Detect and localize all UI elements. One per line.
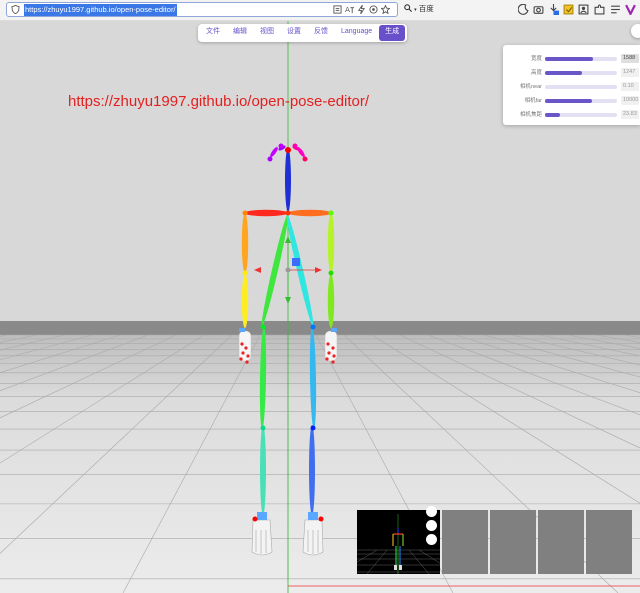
joint-left-knee[interactable]	[310, 425, 316, 431]
limb-left-shin[interactable]	[309, 425, 315, 515]
limb-right-upper-arm[interactable]	[241, 213, 249, 273]
joint-right-eye[interactable]	[278, 143, 284, 149]
joint-left-ankle[interactable]	[318, 516, 324, 522]
camera-focal-input[interactable]: 23.83	[621, 110, 639, 119]
left-hand-model[interactable]	[324, 328, 338, 364]
joint-right-elbow[interactable]	[242, 270, 248, 276]
main-menu: 文件 编辑 视图 设置 反馈 Language 生成	[198, 24, 408, 42]
joint-left-shoulder[interactable]	[328, 210, 334, 216]
profile-icon[interactable]	[578, 4, 589, 15]
joint-right-ear[interactable]	[267, 156, 273, 162]
list-icon[interactable]	[610, 4, 621, 15]
width-slider[interactable]	[545, 57, 617, 61]
horizon-band	[0, 321, 640, 335]
panel-toggle-button[interactable]	[631, 24, 640, 38]
preview-normal-image[interactable]	[490, 510, 536, 574]
search-icon	[404, 4, 412, 12]
star-icon[interactable]	[381, 5, 390, 14]
limb-left-shoulder[interactable]	[288, 209, 332, 217]
translate-icon[interactable]: A	[345, 5, 354, 14]
setting-label: 相机焦距	[519, 112, 542, 118]
joint-left-ear[interactable]	[302, 156, 308, 162]
browser-toolbar: https://zhuyu1997.github.io/open-pose-ed…	[0, 0, 640, 21]
lightning-icon[interactable]	[357, 5, 366, 14]
reader-icon[interactable]	[333, 5, 342, 14]
limb-left-forearm[interactable]	[327, 274, 335, 328]
screenshot-icon[interactable]	[533, 4, 544, 15]
joint-neck[interactable]	[285, 210, 291, 216]
limb-right-shin[interactable]	[260, 425, 266, 515]
joint-right-ankle[interactable]	[252, 516, 258, 522]
limb-right-forearm[interactable]	[241, 274, 249, 328]
shield-icon	[11, 5, 20, 14]
preview-depth-image[interactable]	[442, 510, 488, 574]
joint-right-shoulder[interactable]	[242, 210, 248, 216]
preview-canny-image[interactable]	[538, 510, 584, 574]
camera-focal-slider[interactable]	[545, 113, 617, 117]
setting-row-camera-far: 相机far 10000.00	[503, 96, 640, 106]
notes-icon[interactable]	[563, 4, 574, 15]
puzzle-icon[interactable]	[594, 4, 605, 15]
width-input[interactable]: 1588	[621, 54, 639, 63]
menu-view[interactable]: 视图	[254, 25, 280, 41]
joint-left-hip[interactable]	[310, 324, 316, 330]
limb-neck[interactable]	[285, 148, 291, 212]
camera-near-input[interactable]: 0.10	[621, 82, 639, 91]
svg-text:A: A	[345, 5, 350, 14]
preview-play-icon[interactable]	[426, 506, 437, 517]
menu-file[interactable]: 文件	[200, 25, 226, 41]
setting-label: 高度	[530, 70, 542, 76]
preview-copy-icon[interactable]	[426, 520, 437, 531]
setting-row-width: 宽度 1588	[503, 54, 640, 64]
extensions-icon[interactable]	[369, 5, 378, 14]
setting-row-camera-focal: 相机焦距 23.83	[503, 110, 640, 120]
gizmo-center[interactable]	[285, 267, 291, 273]
joint-left-elbow[interactable]	[328, 270, 334, 276]
preview-extra-image[interactable]	[586, 510, 632, 574]
menu-edit[interactable]: 编辑	[227, 25, 253, 41]
search-box[interactable]: ▾ 百度	[404, 3, 434, 14]
right-hand-model[interactable]	[238, 328, 252, 364]
limb-right-shoulder[interactable]	[244, 209, 288, 217]
settings-panel: 宽度 1588 高度 1247 相机near 0.10 相机far 10000.…	[503, 45, 640, 125]
joint-right-hip[interactable]	[260, 324, 266, 330]
menu-feedback[interactable]: 反馈	[308, 25, 334, 41]
joint-right-knee[interactable]	[260, 425, 266, 431]
setting-row-height: 高度 1247	[503, 68, 640, 78]
menu-generate[interactable]: 生成	[379, 25, 406, 41]
camera-far-input[interactable]: 10000.00	[621, 96, 639, 105]
camera-far-slider[interactable]	[545, 99, 617, 103]
search-engine-label: 百度	[418, 4, 434, 13]
height-input[interactable]: 1247	[621, 68, 639, 77]
camera-near-slider[interactable]	[545, 85, 617, 89]
v-icon[interactable]	[625, 4, 636, 15]
address-bar[interactable]: https://zhuyu1997.github.io/open-pose-ed…	[6, 2, 398, 17]
limb-left-upper-arm[interactable]	[327, 213, 335, 273]
site-url-watermark: https://zhuyu1997.github.io/open-pose-ed…	[68, 93, 370, 110]
preview-refresh-icon[interactable]	[426, 534, 437, 545]
menu-language[interactable]: Language	[335, 25, 378, 41]
setting-label: 相机far	[524, 98, 542, 104]
height-slider[interactable]	[545, 71, 617, 75]
joint-left-eye[interactable]	[292, 143, 298, 149]
gizmo-plane-handle[interactable]	[292, 258, 300, 266]
download-icon[interactable]	[548, 4, 559, 15]
joint-nose[interactable]	[285, 147, 291, 153]
history-icon[interactable]	[518, 4, 529, 15]
setting-label: 相机near	[519, 84, 542, 90]
url-text[interactable]: https://zhuyu1997.github.io/open-pose-ed…	[24, 4, 177, 16]
setting-label: 宽度	[530, 56, 542, 62]
setting-row-camera-near: 相机near 0.10	[503, 82, 640, 92]
menu-settings[interactable]: 设置	[281, 25, 307, 41]
